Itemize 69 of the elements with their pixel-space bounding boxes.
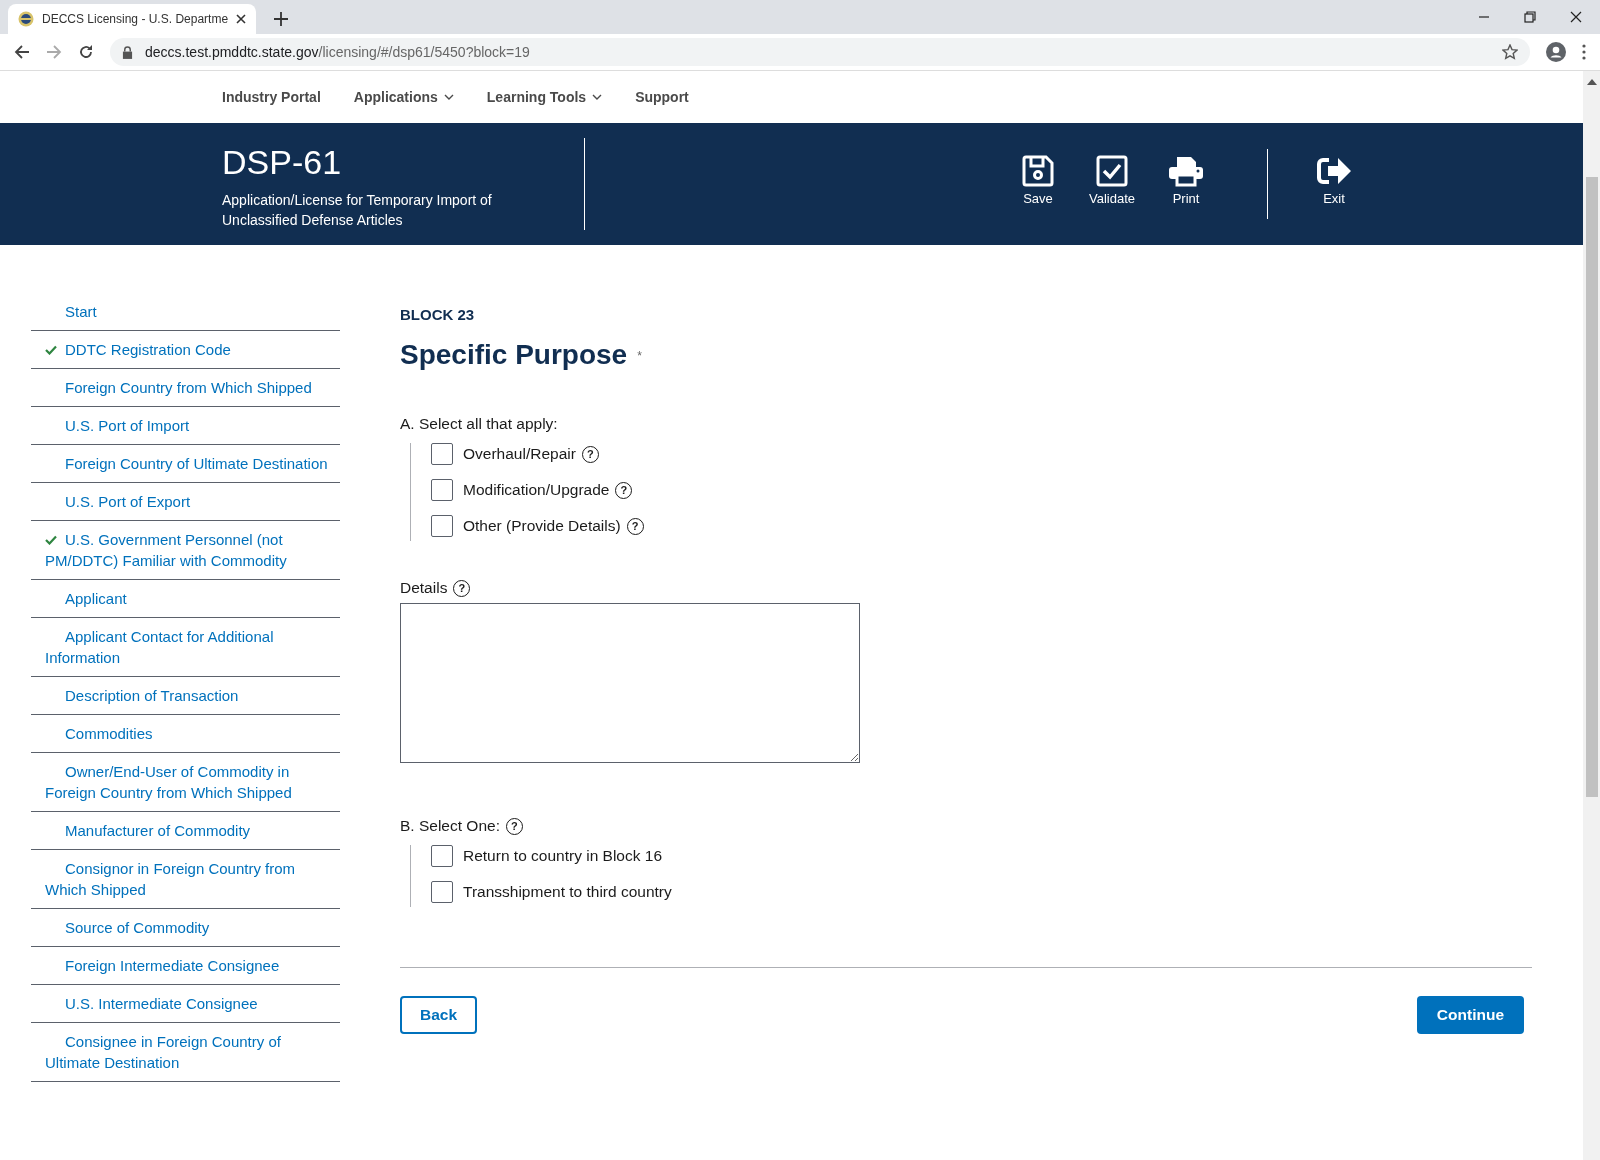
back-button[interactable]: Back <box>400 996 478 1034</box>
sidebar-item[interactable]: Owner/End-User of Commodity in Foreign Country from Which Shipped <box>31 753 340 812</box>
sidebar-item[interactable]: Applicant Contact for Additional Information <box>31 618 340 677</box>
section-label: A. Select all that apply: <box>400 415 558 433</box>
checkbox-label: Overhaul/Repair <box>463 445 576 463</box>
save-button[interactable]: Save <box>1013 154 1063 206</box>
nav-link[interactable]: Applications <box>353 89 454 105</box>
sidebar-item[interactable]: Foreign Intermediate Consignee <box>31 947 340 985</box>
sidebar-item[interactable]: Manufacturer of Commodity <box>31 812 340 850</box>
checkbox[interactable] <box>431 479 453 501</box>
checkbox-check-icon <box>1096 154 1128 187</box>
new-tab-icon[interactable] <box>274 12 289 26</box>
scrollbar-thumb[interactable] <box>1585 177 1598 797</box>
field-label: Details <box>400 579 448 597</box>
sidebar-item[interactable]: Consignor in Foreign Country from Which Shipped <box>31 850 340 909</box>
scrollbar[interactable] <box>1583 71 1600 1160</box>
checkbox[interactable] <box>431 443 453 465</box>
sidebar-item[interactable]: Applicant <box>31 580 340 618</box>
checkbox-label: Return to country in Block 16 <box>463 847 663 865</box>
sidebar-item[interactable]: U.S. Port of Import <box>31 407 340 445</box>
sidebar-item[interactable]: Consignee in Foreign Country of Ultimate Destination <box>31 1023 340 1082</box>
validate-button[interactable]: Validate <box>1087 154 1137 206</box>
sidebar-item[interactable]: DDTC Registration Code <box>31 331 340 369</box>
browser-tab[interactable]: DECCS Licensing - U.S. Departme <box>8 4 257 34</box>
checkbox-label: Other (Provide Details) <box>463 517 621 535</box>
nav-link[interactable]: Industry Portal <box>222 89 321 105</box>
lock-icon <box>122 45 133 59</box>
form-subtitle: Application/License for Temporary Import of Unclassified Defense Articles <box>222 190 493 230</box>
nav-link[interactable]: Learning Tools <box>486 89 603 105</box>
sidebar-item[interactable]: Description of Transaction <box>31 677 340 715</box>
print-button[interactable]: Print <box>1161 154 1211 206</box>
form-number: DSP-61 <box>222 142 343 182</box>
checkbox[interactable] <box>431 881 453 903</box>
nav-link[interactable]: Support <box>635 89 689 105</box>
sidebar-item[interactable]: Foreign Country from Which Shipped <box>31 369 340 407</box>
back-arrow-icon[interactable] <box>14 44 30 60</box>
block-label: BLOCK 23 <box>400 306 476 323</box>
details-field[interactable] <box>400 603 860 763</box>
reload-icon[interactable] <box>78 44 94 60</box>
section-label: B. Select One: <box>400 817 500 835</box>
required-mark: * <box>637 349 642 363</box>
sidebar-item[interactable]: Foreign Country of Ultimate Destination <box>31 445 340 483</box>
scroll-up-icon[interactable] <box>1586 79 1597 85</box>
checkbox-label: Transshipment to third country <box>463 883 672 901</box>
checkmark-icon <box>45 535 57 545</box>
account-icon[interactable] <box>1546 42 1566 62</box>
checkbox[interactable] <box>431 515 453 537</box>
printer-icon <box>1168 154 1204 187</box>
sidebar-item[interactable]: Source of Commodity <box>31 909 340 947</box>
exit-button[interactable]: Exit <box>1314 154 1354 206</box>
sidebar-item[interactable]: Commodities <box>31 715 340 753</box>
page-title: Specific Purpose <box>400 339 628 371</box>
chevron-down-icon <box>443 94 454 100</box>
sidebar-item[interactable]: U.S. Port of Export <box>31 483 340 521</box>
chevron-down-icon <box>592 94 603 100</box>
close-icon[interactable] <box>236 14 247 24</box>
checkmark-icon <box>45 345 57 355</box>
restore-icon[interactable] <box>1524 11 1536 23</box>
menu-icon[interactable] <box>1582 44 1586 60</box>
star-icon[interactable] <box>1502 44 1518 60</box>
seal-icon <box>18 11 34 27</box>
address-bar[interactable]: deccs.test.pmddtc.state.gov/licensing/#/dsp61/5450?block=19 <box>110 38 1530 66</box>
checkbox-label: Modification/Upgrade <box>463 481 610 499</box>
checkbox[interactable] <box>431 845 453 867</box>
close-icon[interactable] <box>1570 11 1582 23</box>
sidebar-item[interactable]: Start <box>31 297 340 331</box>
continue-button[interactable]: Continue <box>1416 996 1524 1034</box>
sidebar-item[interactable]: U.S. Intermediate Consignee <box>31 985 340 1023</box>
sidebar-item[interactable]: U.S. Government Personnel (not PM/DDTC) Familiar with Commodity <box>31 521 340 580</box>
